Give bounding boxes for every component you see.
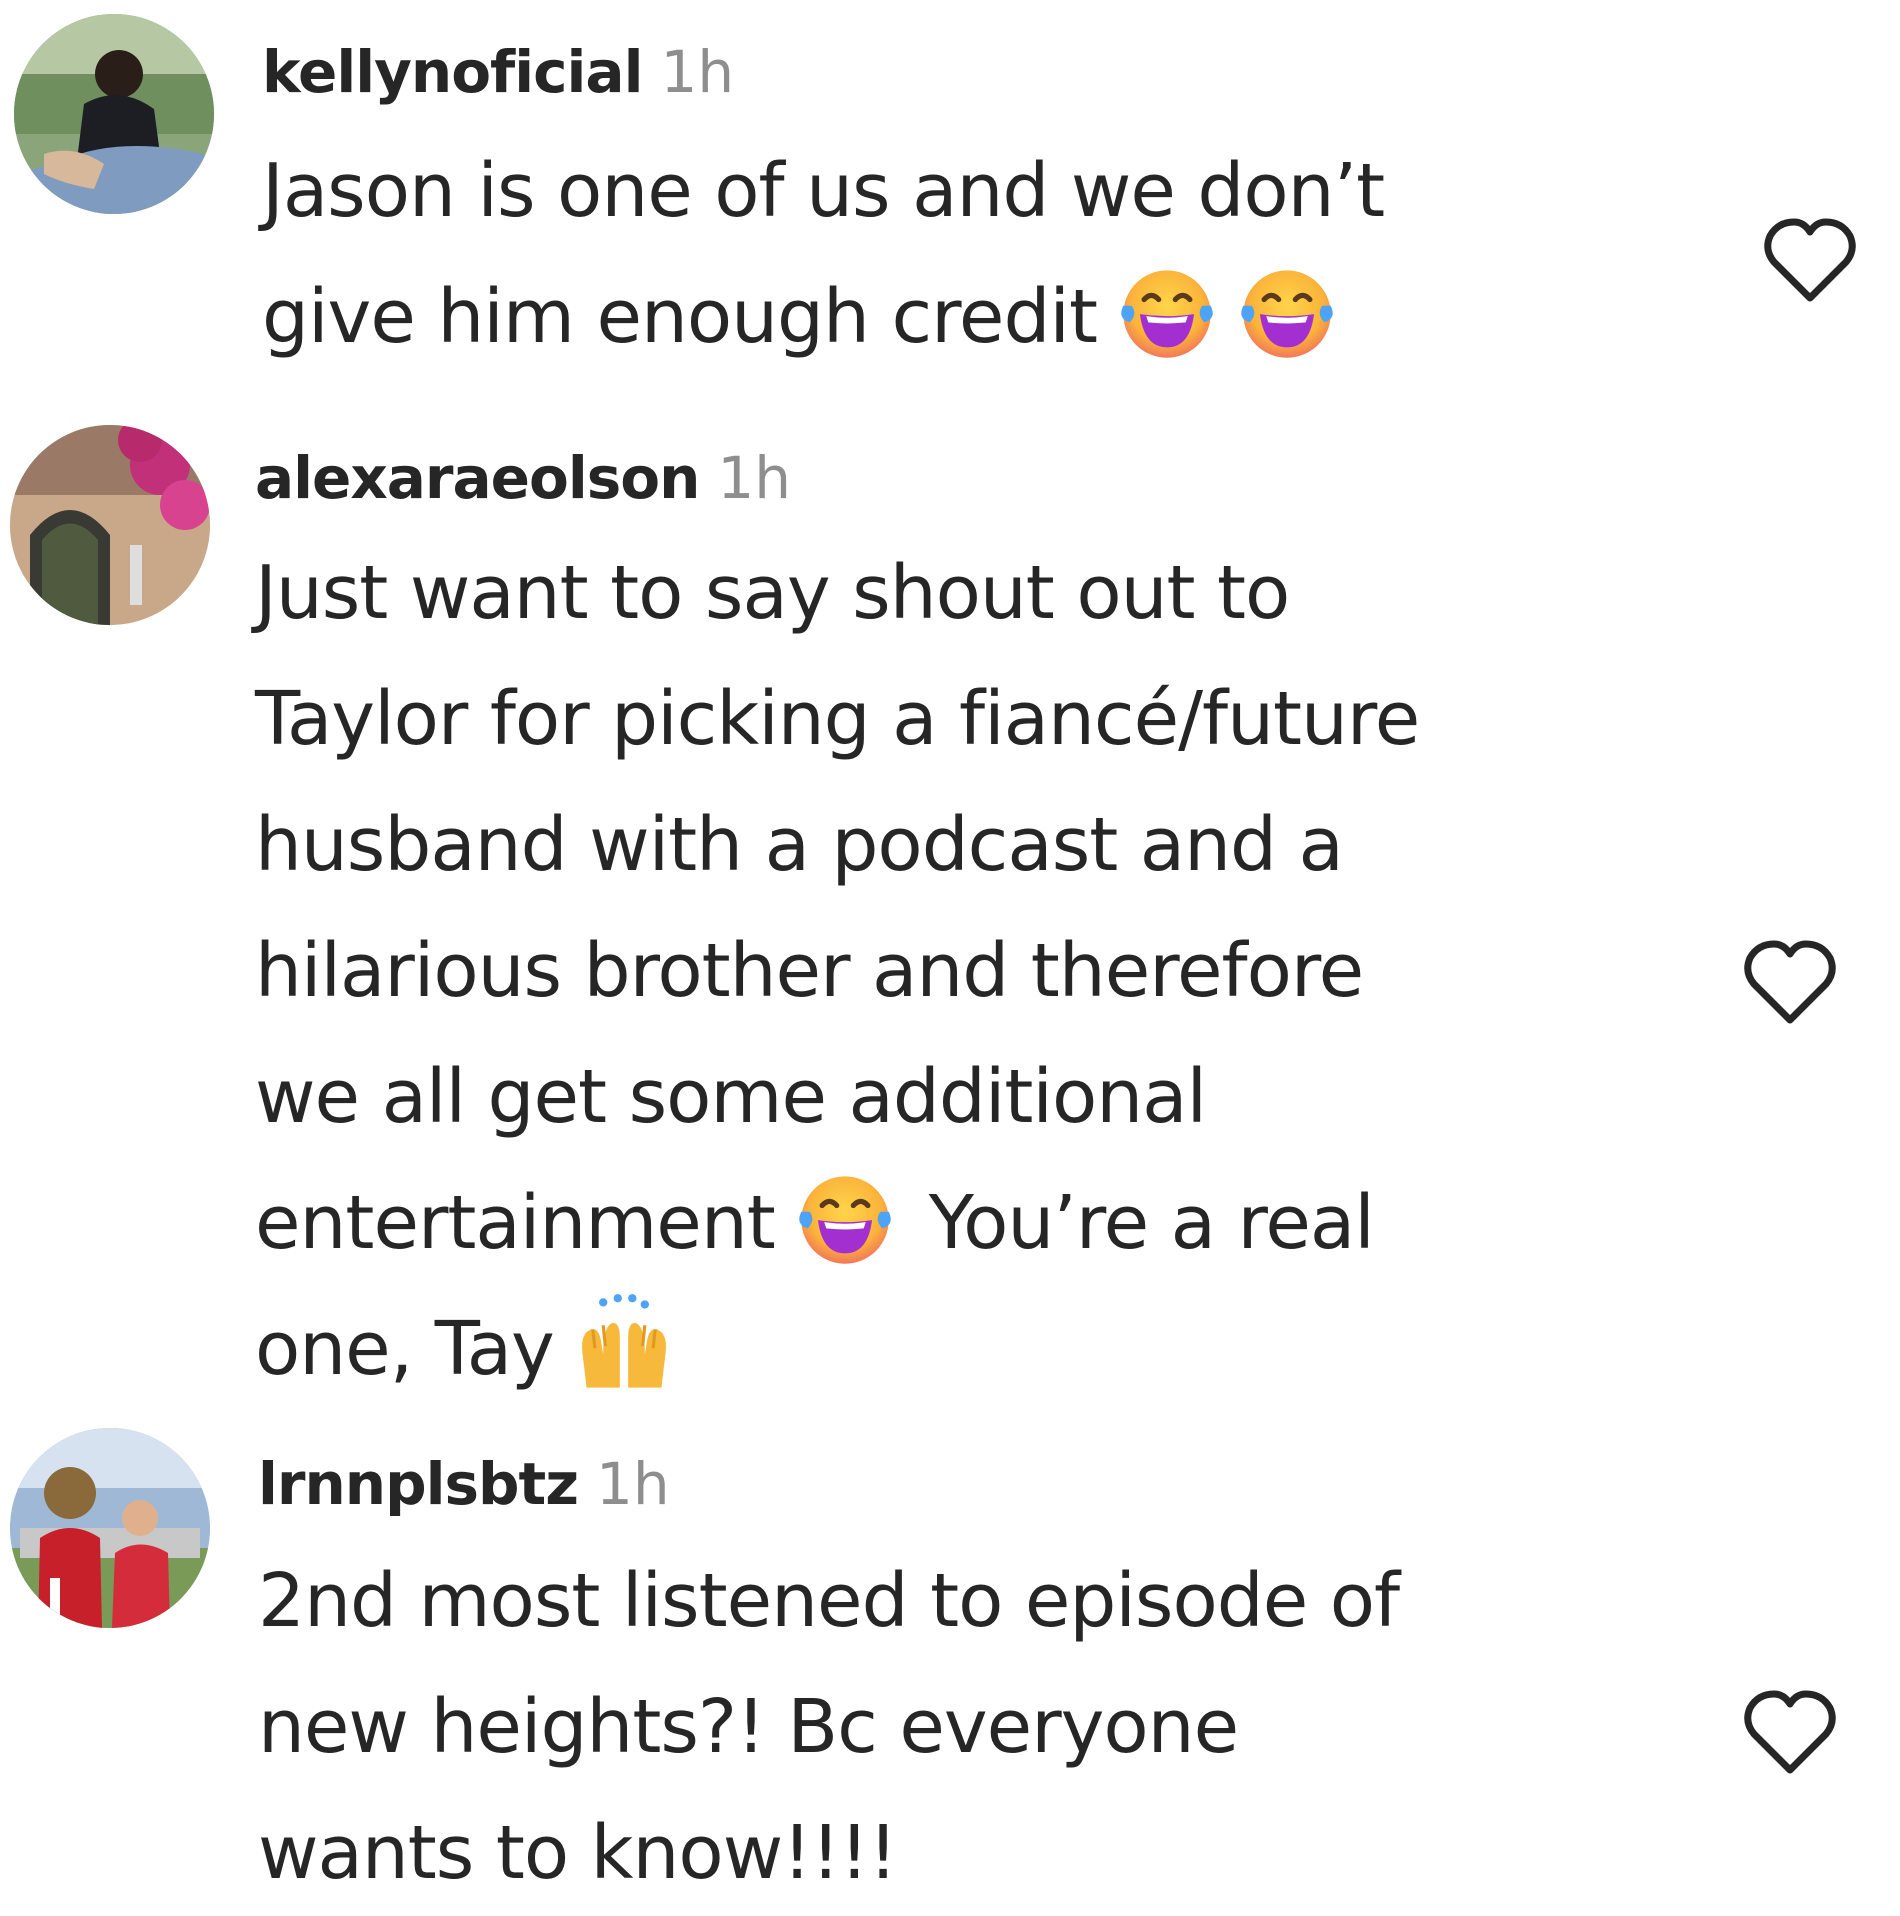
avatar[interactable] — [14, 14, 214, 214]
comment-line: Taylor for picking a fiancé/future — [255, 676, 1420, 762]
comment-line: 2nd most listened to episode of — [258, 1558, 1400, 1644]
face-with-tears-of-joy-icon — [1235, 260, 1339, 364]
comment-line: wants to know!!!! — [258, 1810, 898, 1896]
comment-username[interactable]: lrnnplsbtz — [258, 1450, 579, 1518]
comment-time[interactable]: 1h — [717, 444, 791, 512]
comment-time[interactable]: 1h — [596, 1450, 670, 1518]
face-with-tears-of-joy-icon — [1115, 260, 1219, 364]
comment-line-text: entertainment — [255, 1180, 776, 1266]
like-heart-icon[interactable] — [1740, 936, 1840, 1028]
comment-body: Jason is one of us and we don’t give him… — [262, 128, 1732, 380]
comment-header: lrnnplsbtz 1h — [258, 1444, 1728, 1524]
avatar[interactable] — [10, 425, 210, 625]
comment-line: give him enough credit — [262, 254, 1732, 380]
comment-line: we all get some additional — [255, 1054, 1207, 1140]
comment-line-text: one, Tay — [255, 1306, 555, 1392]
comment-body: 2nd most listened to episode of new heig… — [258, 1538, 1728, 1916]
comment-username[interactable]: alexaraeolson — [255, 444, 700, 512]
comment-line: one, Tay — [255, 1286, 1725, 1412]
like-heart-icon[interactable] — [1740, 1686, 1840, 1778]
comment-header: alexaraeolson 1h — [255, 438, 1725, 518]
comment-time[interactable]: 1h — [660, 38, 734, 106]
comment-line: husband with a podcast and a — [255, 802, 1344, 888]
face-with-tears-of-joy-icon — [793, 1166, 897, 1270]
comment-line-text: give him enough credit — [262, 274, 1098, 360]
comment-line: hilarious brother and therefore — [255, 928, 1364, 1014]
comment-line: Jason is one of us and we don’t — [262, 148, 1385, 234]
avatar[interactable] — [10, 1428, 210, 1628]
comment-line: entertainment You’re a real — [255, 1160, 1725, 1286]
comment-line: new heights?! Bc everyone — [258, 1684, 1239, 1770]
raising-hands-icon — [572, 1292, 676, 1396]
comment-line-text: You’re a real — [928, 1180, 1375, 1266]
comment-body: Just want to say shout out to Taylor for… — [255, 530, 1725, 1412]
comment-line: Just want to say shout out to — [255, 550, 1290, 636]
comment-username[interactable]: kellynoficial — [262, 38, 643, 106]
comment-header: kellynoficial 1h — [262, 32, 1732, 112]
like-heart-icon[interactable] — [1760, 214, 1860, 306]
